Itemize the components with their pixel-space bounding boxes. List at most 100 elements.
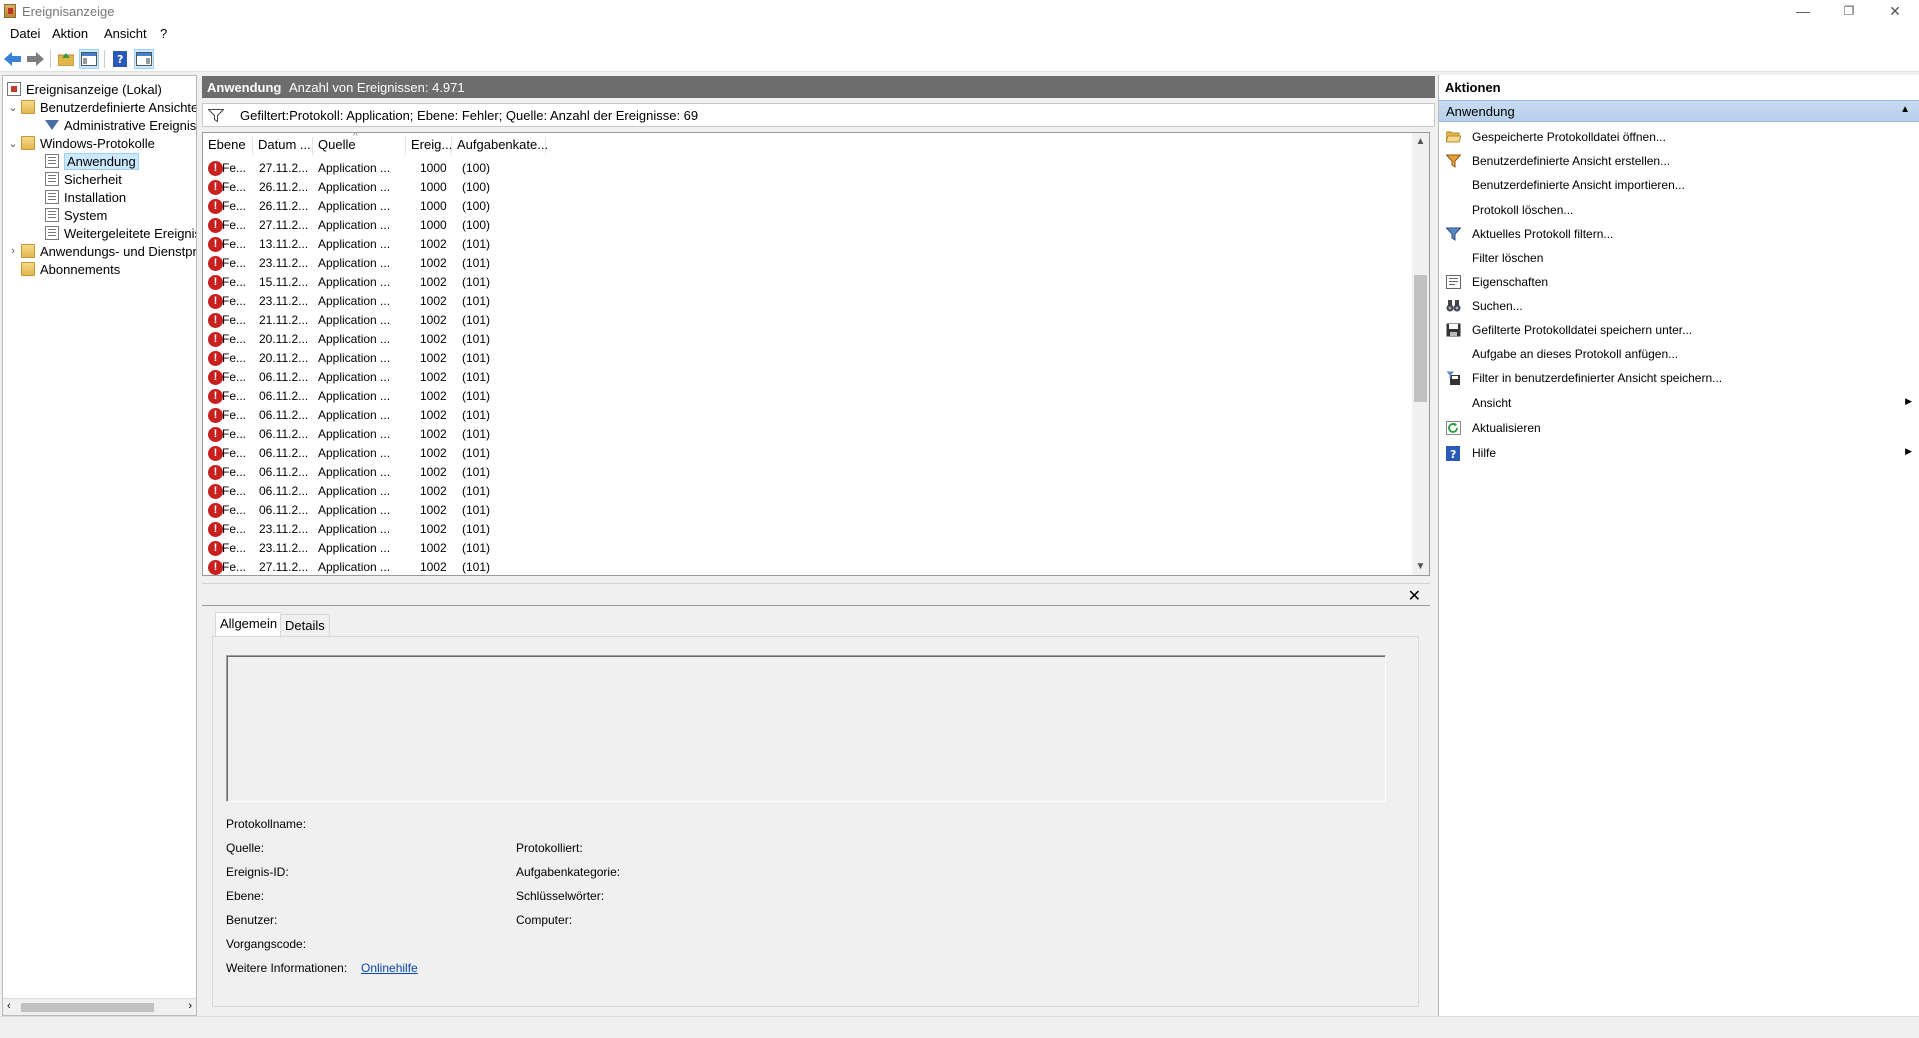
action-item[interactable]: Aktualisieren [1439, 418, 1919, 438]
help-icon[interactable]: ? [110, 49, 130, 69]
table-row[interactable]: ! Fe... 23.11.2... Application ... 1002 (101) [203, 292, 1403, 311]
scrollbar-thumb[interactable] [1414, 275, 1427, 402]
table-row[interactable]: ! Fe... 23.11.2... Application ... 1002 (101) [203, 520, 1403, 539]
table-row[interactable]: ! Fe... 06.11.2... Application ... 1002 (101) [203, 463, 1403, 482]
table-row[interactable]: ! Fe... 15.11.2... Application ... 1002 (101) [203, 273, 1403, 292]
online-help-link[interactable]: Onlinehilfe [361, 961, 418, 975]
cell-source: Application ... [318, 294, 391, 308]
action-item[interactable]: Filter löschen [1439, 248, 1919, 268]
menu-aktion[interactable]: Aktion [52, 26, 88, 41]
col-quelle[interactable]: Quelle [313, 137, 406, 155]
scrollbar-thumb[interactable] [21, 1003, 154, 1012]
event-description-box[interactable] [226, 655, 1386, 802]
col-datum[interactable]: Datum ... [253, 137, 313, 155]
up-folder-icon[interactable] [56, 49, 76, 69]
tree-root[interactable]: Ereignisanzeige (Lokal) [7, 80, 162, 98]
tree-subscriptions[interactable]: Abonnements [21, 260, 120, 278]
event-list: Ebene Datum ... Quelle ^ Ereig... Aufgab… [202, 132, 1430, 576]
event-count: Anzahl von Ereignissen: 4.971 [289, 80, 465, 95]
table-row[interactable]: ! Fe... 26.11.2... Application ... 1000 (100) [203, 197, 1403, 216]
log-icon [45, 208, 59, 222]
action-item[interactable]: Gefilterte Protokolldatei speichern unte… [1439, 320, 1919, 340]
action-item[interactable]: Suchen... [1439, 296, 1919, 316]
tree-horizontal-scrollbar[interactable]: ‹ › [3, 998, 196, 1015]
action-item[interactable]: Aufgabe an dieses Protokoll anfügen... [1439, 344, 1919, 364]
cell-level: Fe... [222, 541, 247, 555]
table-row[interactable]: ! Fe... 26.11.2... Application ... 1000 (100) [203, 178, 1403, 197]
collapse-section-icon[interactable]: ▲ [1900, 104, 1910, 115]
toolbar: ? [0, 46, 1919, 72]
action-item[interactable]: Benutzerdefinierte Ansicht importieren..… [1439, 175, 1919, 195]
tree-admin-events[interactable]: Administrative Ereignisse [45, 116, 196, 134]
restore-button[interactable]: ❐ [1826, 0, 1872, 24]
table-row[interactable]: ! Fe... 06.11.2... Application ... 1002 (101) [203, 368, 1403, 387]
cell-task-category: (101) [462, 389, 491, 403]
navigation-tree: Ereignisanzeige (Lokal) ⌄ Benutzerdefini… [2, 75, 197, 1016]
col-ereignis-id[interactable]: Ereig... [406, 137, 452, 155]
collapse-icon[interactable]: ⌄ [7, 137, 19, 150]
menu-datei[interactable]: Datei [10, 26, 40, 41]
scroll-right-icon[interactable]: › [188, 1000, 192, 1012]
tab-details[interactable]: Details [280, 614, 330, 636]
table-row[interactable]: ! Fe... 27.11.2... Application ... 1002 (101) [203, 558, 1403, 575]
scroll-left-icon[interactable]: ‹ [7, 1000, 11, 1012]
table-row[interactable]: ! Fe... 27.11.2... Application ... 1000 (100) [203, 159, 1403, 178]
tree-windows-logs[interactable]: ⌄ Windows-Protokolle [7, 134, 154, 152]
forward-icon[interactable] [25, 49, 45, 69]
collapse-icon[interactable]: ⌄ [7, 101, 19, 114]
table-row[interactable]: ! Fe... 21.11.2... Application ... 1002 (101) [203, 311, 1403, 330]
table-row[interactable]: ! Fe... 06.11.2... Application ... 1002 (101) [203, 501, 1403, 520]
cell-event-id: 1002 [420, 560, 447, 574]
tree-log-installation[interactable]: Installation [45, 188, 126, 206]
tree-log-anwendung[interactable]: Anwendung [45, 152, 139, 170]
close-details-icon[interactable]: ✕ [1408, 586, 1421, 606]
cell-date: 20.11.2... [259, 351, 309, 365]
tree-log-sicherheit[interactable]: Sicherheit [45, 170, 122, 188]
tree-custom-views[interactable]: ⌄ Benutzerdefinierte Ansichten [7, 98, 196, 116]
table-row[interactable]: ! Fe... 23.11.2... Application ... 1002 (101) [203, 254, 1403, 273]
tab-allgemein[interactable]: Allgemein [215, 612, 283, 636]
action-item[interactable]: Ansicht ▶ [1439, 393, 1919, 413]
tree-app-services[interactable]: › Anwendungs- und Dienstprotokolle [7, 242, 196, 260]
action-item[interactable]: Eigenschaften [1439, 272, 1919, 292]
action-item[interactable]: ? Hilfe ▶ [1439, 443, 1919, 463]
scroll-down-icon[interactable]: ▼ [1412, 558, 1429, 575]
action-item[interactable]: Benutzerdefinierte Ansicht erstellen... [1439, 151, 1919, 171]
action-label: Protokoll löschen... [1472, 203, 1574, 217]
table-row[interactable]: ! Fe... 06.11.2... Application ... 1002 (101) [203, 444, 1403, 463]
table-row[interactable]: ! Fe... 27.11.2... Application ... 1000 (100) [203, 216, 1403, 235]
table-row[interactable]: ! Fe... 20.11.2... Application ... 1002 (101) [203, 330, 1403, 349]
table-row[interactable]: ! Fe... 06.11.2... Application ... 1002 (101) [203, 406, 1403, 425]
table-row[interactable]: ! Fe... 06.11.2... Application ... 1002 (101) [203, 482, 1403, 501]
action-item[interactable]: Aktuelles Protokoll filtern... [1439, 224, 1919, 244]
menu-ansicht[interactable]: Ansicht [104, 26, 147, 41]
event-list-scrollbar[interactable]: ▲ ▼ [1412, 133, 1429, 575]
show-hide-actions-icon[interactable] [134, 49, 154, 69]
back-icon[interactable] [3, 49, 23, 69]
blank-icon [1446, 203, 1461, 217]
close-button[interactable]: ✕ [1872, 0, 1918, 24]
table-row[interactable]: ! Fe... 23.11.2... Application ... 1002 (101) [203, 539, 1403, 558]
table-row[interactable]: ! Fe... 13.11.2... Application ... 1002 (101) [203, 235, 1403, 254]
col-aufgabenkategorie[interactable]: Aufgabenkate... [452, 137, 548, 155]
cell-date: 15.11.2... [259, 275, 309, 289]
cell-level: Fe... [222, 218, 247, 232]
minimize-button[interactable]: — [1780, 0, 1826, 24]
expand-icon[interactable]: › [7, 245, 19, 257]
label-more-info: Weitere Informationen: [226, 961, 348, 975]
scroll-up-icon[interactable]: ▲ [1412, 133, 1429, 150]
action-item[interactable]: Protokoll löschen... [1439, 200, 1919, 220]
tree-log-forwarded[interactable]: Weitergeleitete Ereignisse [45, 224, 196, 242]
action-item[interactable]: Gespeicherte Protokolldatei öffnen... [1439, 127, 1919, 147]
show-hide-tree-icon[interactable] [79, 49, 99, 69]
table-row[interactable]: ! Fe... 06.11.2... Application ... 1002 (101) [203, 425, 1403, 444]
col-ebene[interactable]: Ebene [203, 137, 253, 155]
action-item[interactable]: Filter in benutzerdefinierter Ansicht sp… [1439, 368, 1919, 388]
tree-log-system[interactable]: System [45, 206, 107, 224]
action-label: Suchen... [1472, 299, 1523, 313]
menu-help[interactable]: ? [160, 26, 167, 41]
actions-section-anwendung[interactable]: Anwendung ▲ [1439, 100, 1919, 122]
table-row[interactable]: ! Fe... 06.11.2... Application ... 1002 (101) [203, 387, 1403, 406]
cell-level: Fe... [222, 408, 247, 422]
table-row[interactable]: ! Fe... 20.11.2... Application ... 1002 (101) [203, 349, 1403, 368]
